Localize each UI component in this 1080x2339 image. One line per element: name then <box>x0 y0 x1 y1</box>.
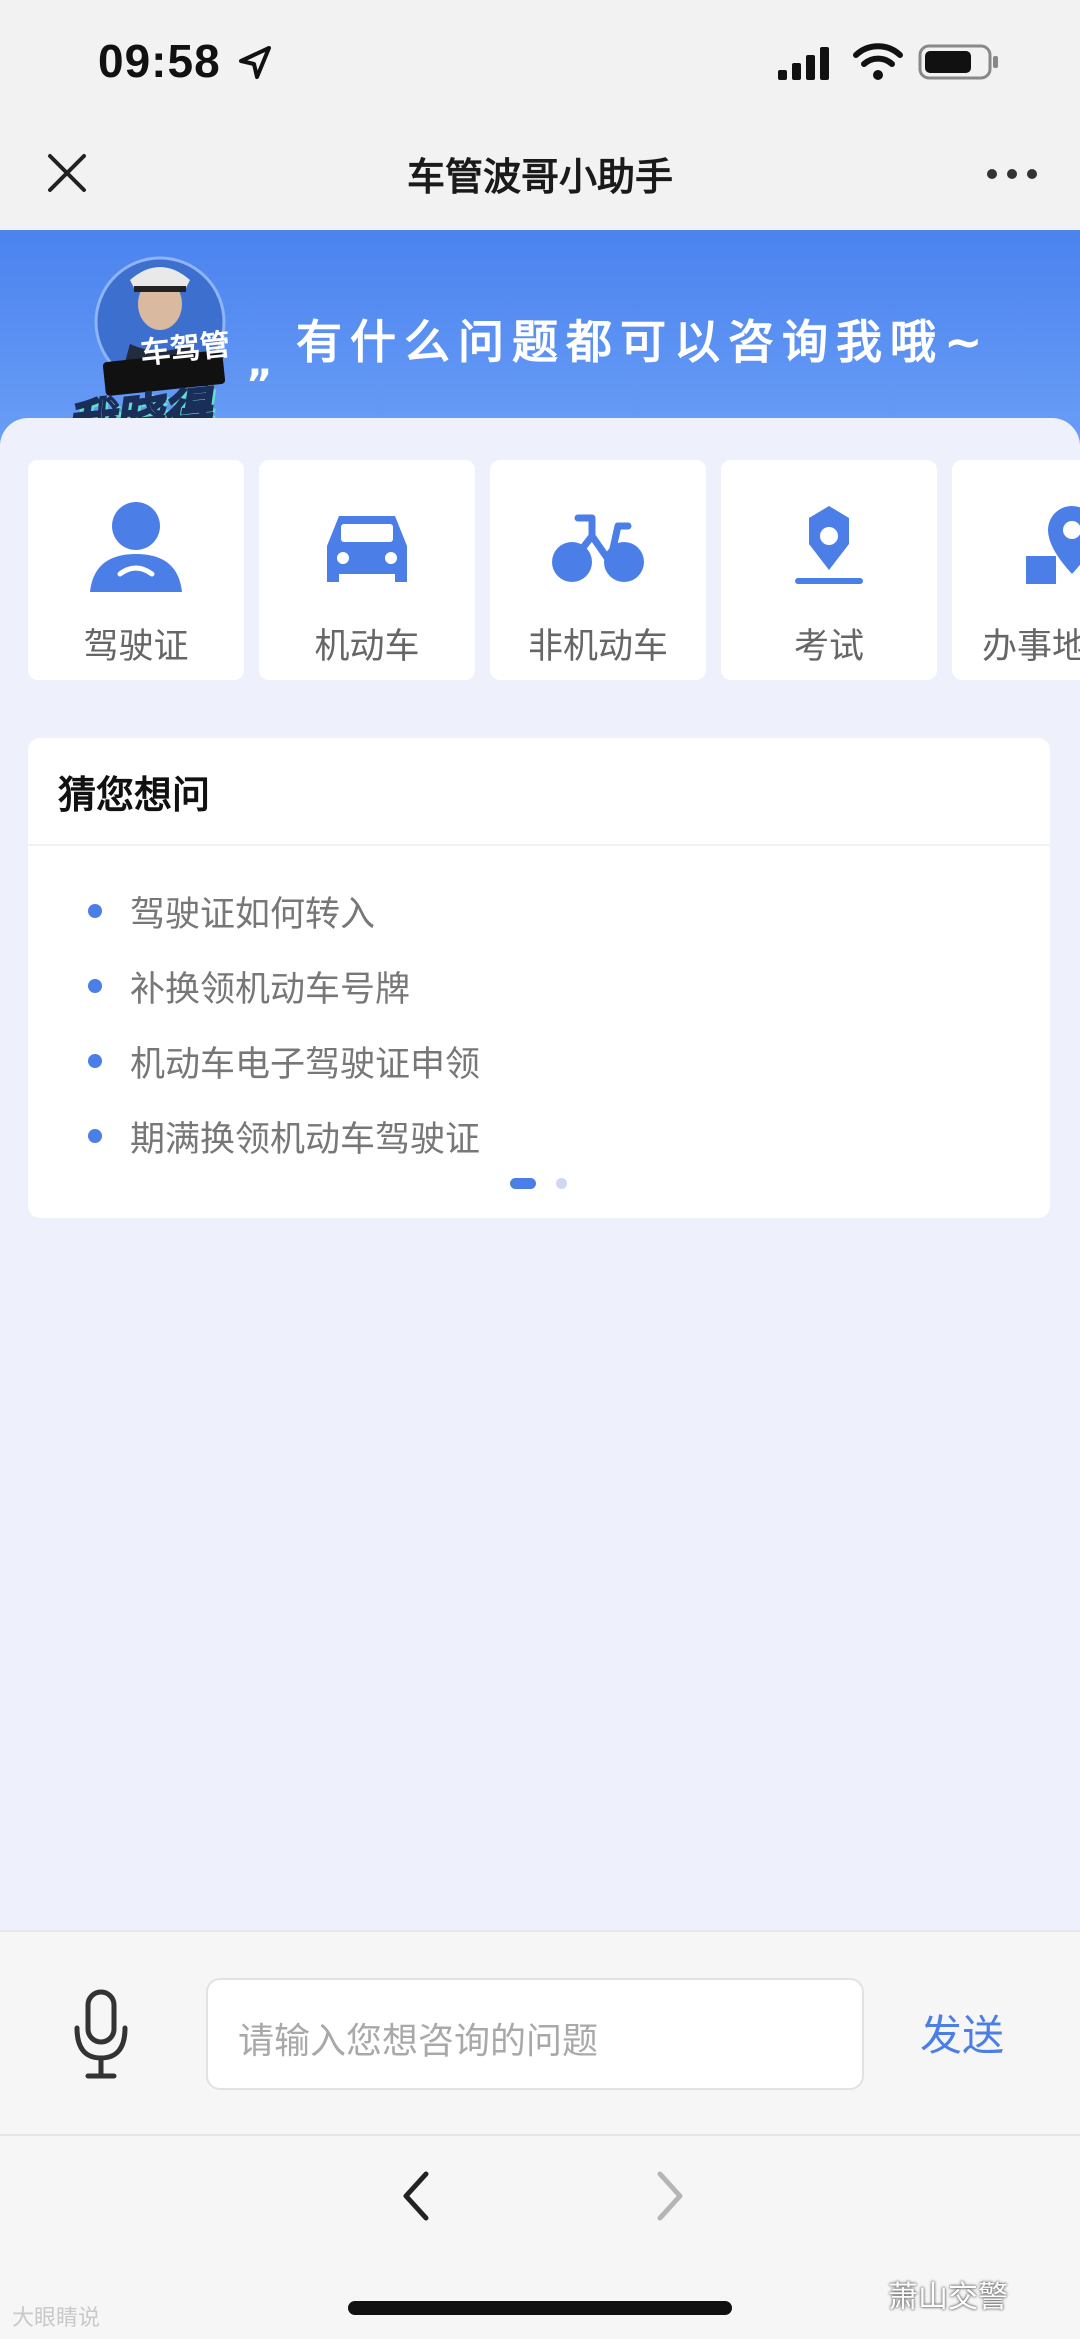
watermark-right: 萧山交警 <box>888 2280 1008 2315</box>
suggested-question-text: 机动车电子驾驶证申领 <box>130 1045 481 1085</box>
category-label: 考试 <box>793 627 864 667</box>
guess-title: 猜您想问 <box>58 773 211 817</box>
category-non-motor-vehicle[interactable]: 非机动车 <box>490 460 706 680</box>
category-label: 机动车 <box>314 627 420 667</box>
wifi-icon <box>853 43 903 80</box>
microphone-icon[interactable] <box>72 1988 130 2082</box>
chevron-right-icon[interactable] <box>650 2168 690 2224</box>
suggested-question[interactable]: 驾驶证如何转入 <box>28 880 1050 940</box>
status-time: 09:58 <box>98 35 221 87</box>
chevron-left-icon[interactable] <box>396 2168 436 2224</box>
question-input[interactable]: 请输入您想咨询的问题 <box>206 1978 864 2090</box>
avatar-quote-mark: ” <box>246 362 273 408</box>
car-icon <box>327 516 407 582</box>
bullet-dot <box>88 1129 102 1143</box>
suggested-question-text: 补换领机动车号牌 <box>130 970 411 1010</box>
suggested-question-text: 驾驶证如何转入 <box>130 895 376 935</box>
map-pin-icon <box>1026 506 1080 584</box>
question-input-placeholder: 请输入您想咨询的问题 <box>238 2021 599 2062</box>
suggested-question[interactable]: 机动车电子驾驶证申领 <box>28 1030 1050 1090</box>
bullet-dot <box>88 979 102 993</box>
page-dot-active[interactable] <box>510 1178 536 1189</box>
battery-icon <box>918 44 998 80</box>
more-icon[interactable] <box>984 158 1040 190</box>
page-indicator <box>28 1178 1050 1192</box>
suggested-question[interactable]: 期满换领机动车驾驶证 <box>28 1105 1050 1165</box>
location-arrow-icon <box>239 46 271 79</box>
category-driver-license[interactable]: 驾驶证 <box>28 460 244 680</box>
guess-card: 猜您想问 驾驶证如何转入 补换领机动车号牌 机动车电子驾驶证申领 期满换领机动车… <box>28 738 1050 1218</box>
category-exam[interactable]: 考试 <box>721 460 937 680</box>
location-pin-icon <box>795 506 863 584</box>
bullet-dot <box>88 904 102 918</box>
category-row: 驾驶证 机动车 非机动车 考试 办事地 <box>28 460 1080 680</box>
suggested-question-text: 期满换领机动车驾驶证 <box>130 1120 481 1160</box>
person-icon <box>90 502 182 592</box>
bicycle-icon <box>552 514 644 582</box>
send-button[interactable]: 发送 <box>920 2002 1004 2063</box>
category-office-location[interactable]: 办事地 <box>952 460 1080 680</box>
category-label: 非机动车 <box>527 627 668 667</box>
home-indicator[interactable] <box>348 2301 732 2315</box>
bullet-dot <box>88 1054 102 1068</box>
banner-slogan: 有什么问题都可以咨询我哦~ <box>296 315 991 369</box>
page-dot[interactable] <box>556 1178 567 1189</box>
category-label: 驾驶证 <box>83 627 189 667</box>
suggested-question[interactable]: 补换领机动车号牌 <box>28 955 1050 1015</box>
avatar-badge-top: 车驾管 <box>138 327 232 372</box>
category-vehicle[interactable]: 机动车 <box>259 460 475 680</box>
page-title: 车管波哥小助手 <box>406 155 673 199</box>
divider <box>28 844 1050 846</box>
watermark-left: 大眼睛说 <box>12 2306 101 2331</box>
category-label: 办事地 <box>982 627 1080 667</box>
cellular-signal-icon <box>778 47 829 80</box>
